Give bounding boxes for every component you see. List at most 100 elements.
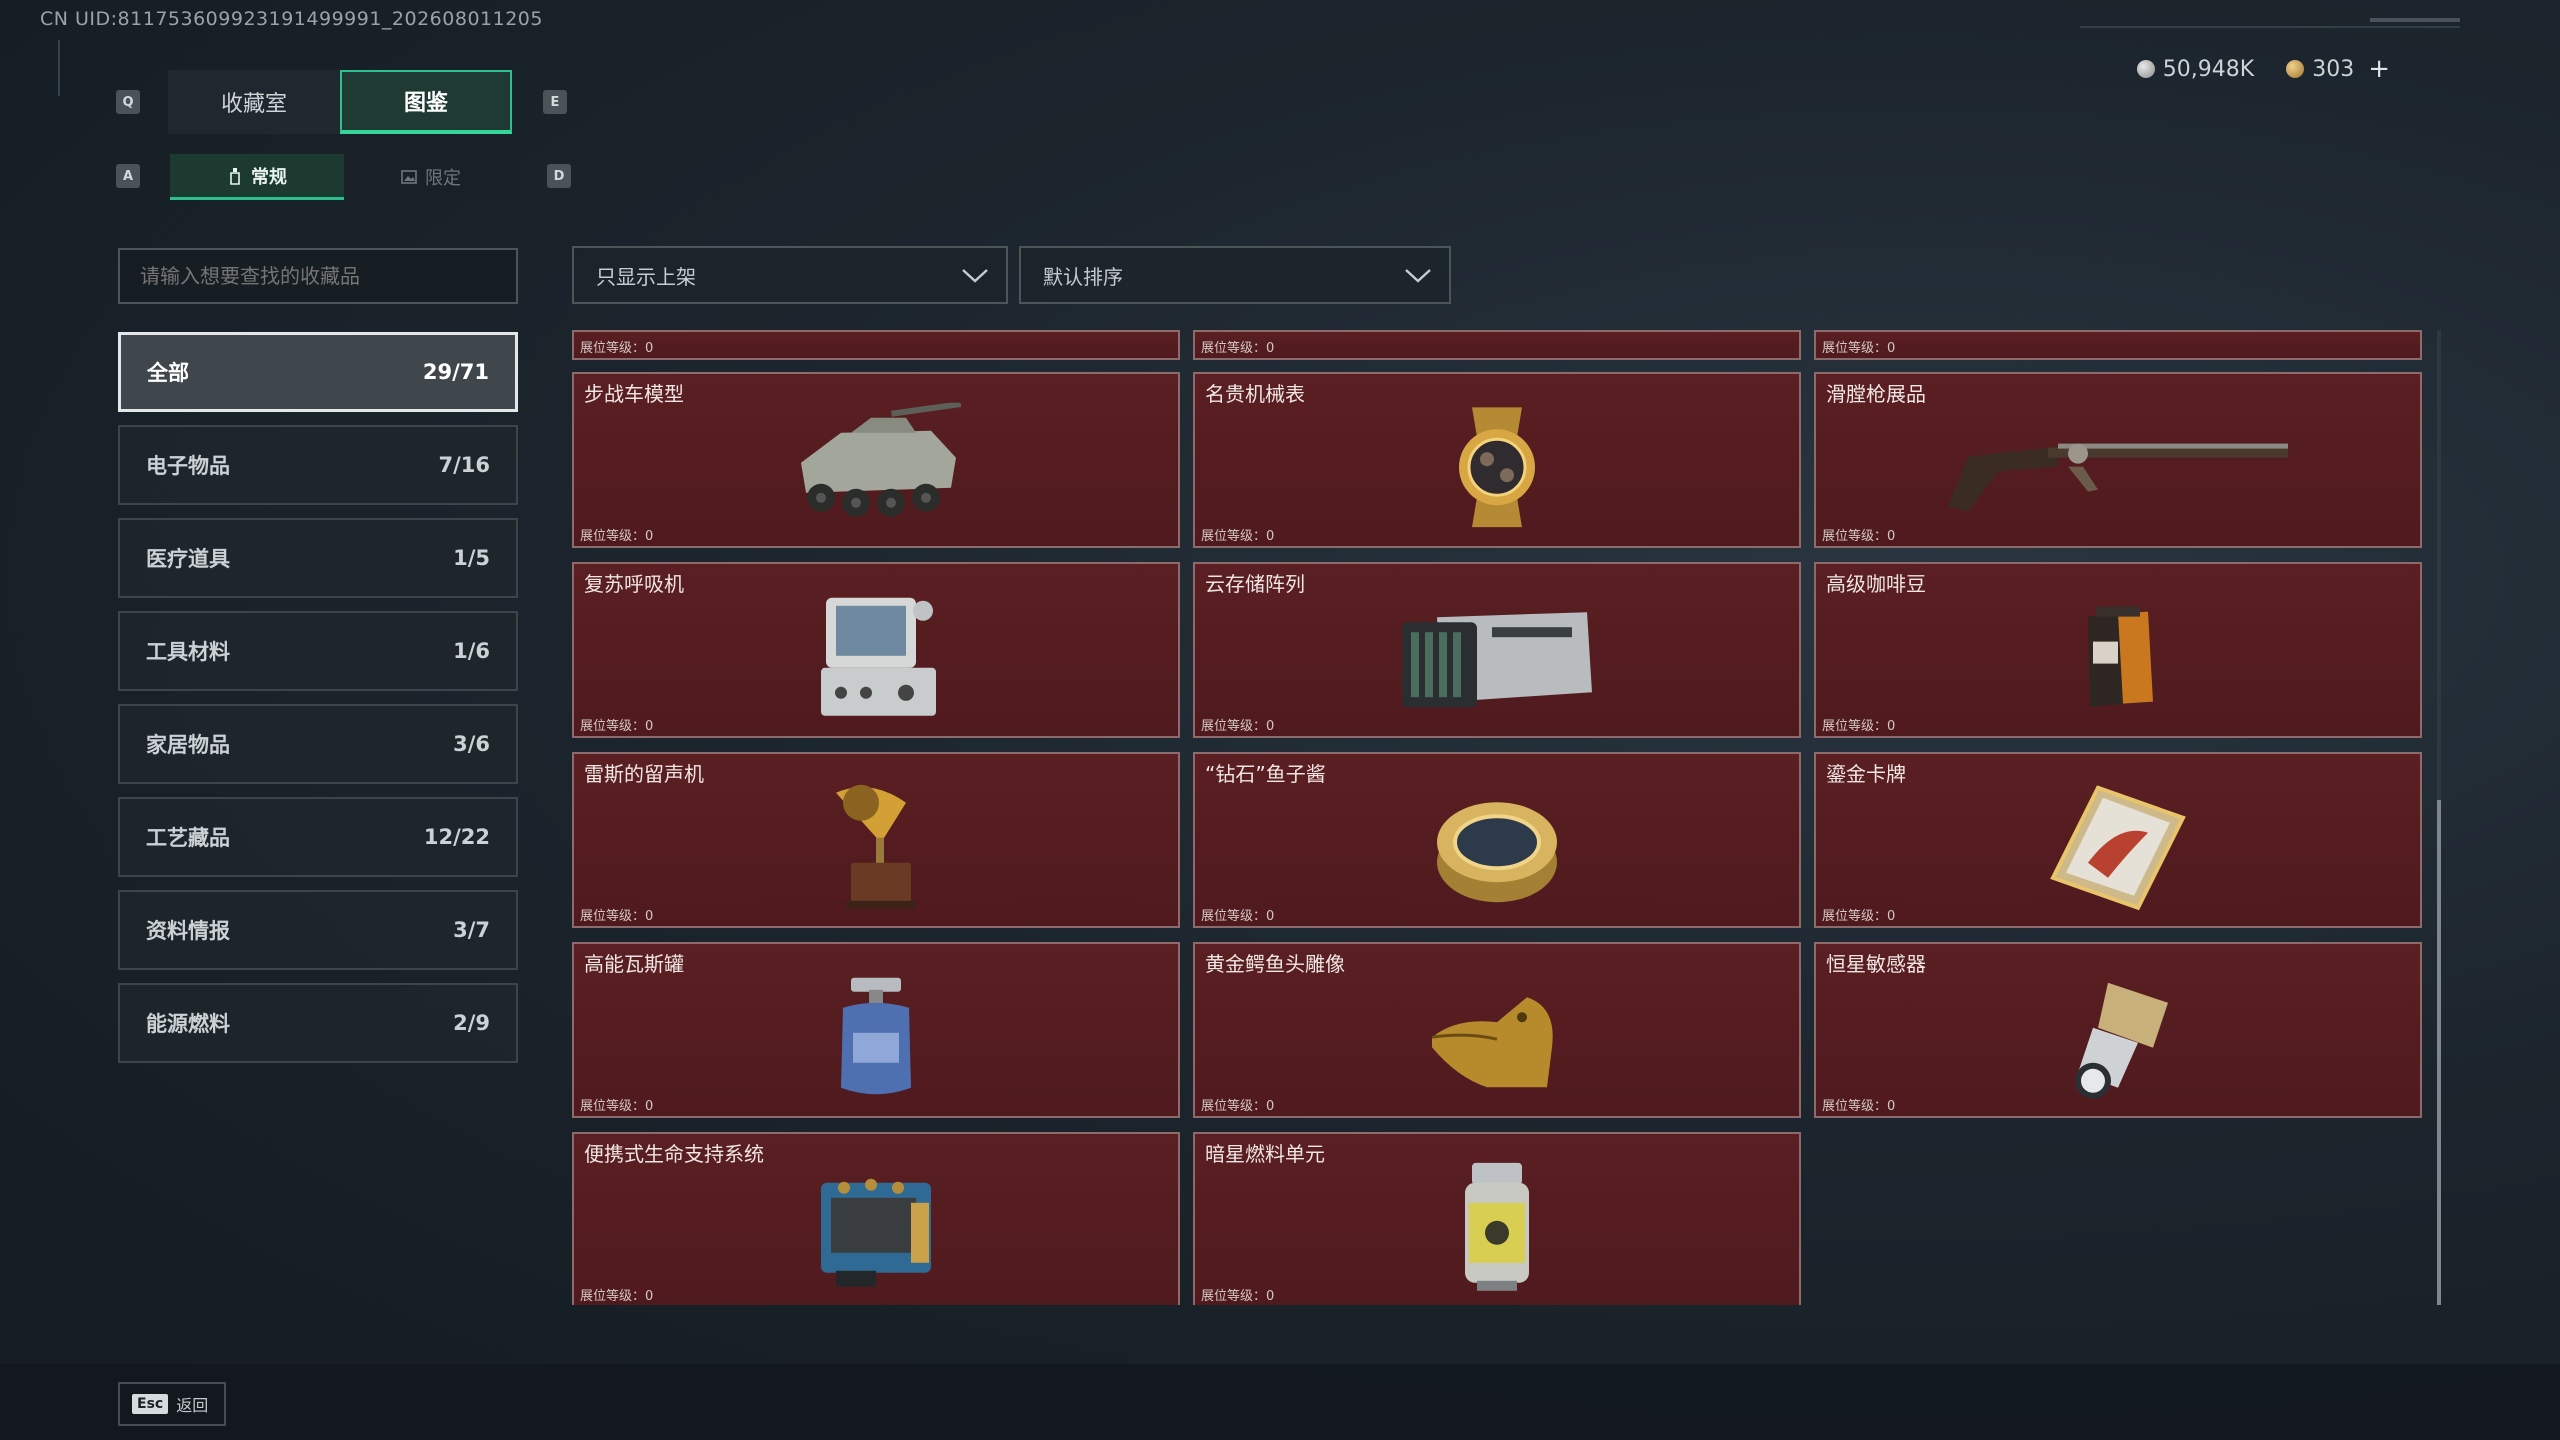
display-level: 展位等级：0: [580, 719, 654, 734]
category-crafts[interactable]: 工艺藏品 12/22: [118, 797, 518, 877]
main-tabs: 收藏室 图鉴: [168, 70, 512, 134]
item-name: 雷斯的留声机: [584, 762, 704, 786]
filter-dropdown[interactable]: 只显示上架: [572, 246, 1008, 304]
display-level: 展位等级：0: [1822, 341, 1896, 356]
category-label: 工艺藏品: [146, 826, 230, 850]
caviar-tin-icon: [1437, 802, 1557, 903]
sub-tabs: 常规 限定: [170, 154, 518, 200]
category-household[interactable]: 家居物品 3/6: [118, 704, 518, 784]
category-all[interactable]: 全部 29/71: [118, 332, 518, 412]
tab-collection-room[interactable]: 收藏室: [168, 70, 340, 134]
star-sensor-icon: [2075, 982, 2168, 1099]
display-level: 展位等级：0: [1201, 719, 1275, 734]
category-electronics[interactable]: 电子物品 7/16: [118, 425, 518, 505]
fuel-cell-icon: [1465, 1162, 1529, 1291]
item-name: 暗星燃料单元: [1205, 1142, 1325, 1166]
display-level: 展位等级：0: [580, 529, 654, 544]
category-intel[interactable]: 资料情报 3/7: [118, 890, 518, 970]
display-level: 展位等级：0: [580, 341, 654, 356]
category-medical[interactable]: 医疗道具 1/5: [118, 518, 518, 598]
collection-card[interactable]: 滑膛枪展品 展位等级：0: [1814, 372, 2422, 548]
silver-amount: 50,948K: [2162, 56, 2255, 82]
collection-card[interactable]: 高级咖啡豆 展位等级：0: [1814, 562, 2422, 738]
item-name: 名贵机械表: [1205, 382, 1305, 406]
gold-coin-icon: [2286, 60, 2305, 78]
gilded-card-icon: [2050, 785, 2186, 911]
collection-card-partial[interactable]: 展位等级：0: [1193, 330, 1801, 360]
collection-card[interactable]: 云存储阵列 展位等级：0: [1193, 562, 1801, 738]
category-label: 工具材料: [146, 640, 230, 664]
picture-icon: [401, 170, 417, 184]
collection-card[interactable]: 恒星敏感器 展位等级：0: [1814, 942, 2422, 1118]
category-tools[interactable]: 工具材料 1/6: [118, 611, 518, 691]
grid-scrollbar-thumb[interactable]: [2437, 800, 2441, 1305]
item-name: 滑膛枪展品: [1826, 382, 1926, 406]
category-label: 电子物品: [146, 454, 230, 478]
collection-card[interactable]: 黄金鳄鱼头雕像 展位等级：0: [1193, 942, 1801, 1118]
collection-card[interactable]: 便携式生命支持系统 展位等级：0: [572, 1132, 1180, 1305]
musket-icon: [1948, 443, 2288, 512]
display-level: 展位等级：0: [580, 1099, 654, 1114]
tab-codex[interactable]: 图鉴: [340, 70, 512, 134]
collection-card[interactable]: 高能瓦斯罐 展位等级：0: [572, 942, 1180, 1118]
display-level: 展位等级：0: [1201, 341, 1275, 356]
footer-bar: [0, 1364, 2560, 1440]
silver-coin-icon: [2136, 60, 2155, 78]
item-name: 便携式生命支持系统: [584, 1142, 764, 1166]
category-label: 能源燃料: [146, 1012, 230, 1036]
item-name: 高级咖啡豆: [1826, 572, 1926, 596]
display-level: 展位等级：0: [1822, 529, 1896, 544]
life-support-icon: [821, 1178, 931, 1287]
collection-card-partial[interactable]: 展位等级：0: [572, 330, 1180, 360]
category-count: 12/22: [423, 825, 490, 849]
collection-card[interactable]: 雷斯的留声机 展位等级：0: [572, 752, 1180, 928]
add-currency-button[interactable]: +: [2368, 54, 2390, 84]
decor-bracket: [58, 40, 68, 96]
item-name: “钻石”鱼子酱: [1205, 762, 1326, 786]
collection-grid: 展位等级：0 展位等级：0 展位等级：0 步战车模型 展位等级：0 名贵机械表 …: [572, 330, 2424, 1305]
currency-bar: 50,948K 303 +: [2136, 54, 2390, 84]
display-level: 展位等级：0: [1822, 909, 1896, 924]
display-level: 展位等级：0: [580, 909, 654, 924]
bottle-icon: [230, 167, 240, 185]
category-count: 7/16: [438, 453, 490, 477]
sort-value: 默认排序: [1043, 264, 1123, 289]
collection-card[interactable]: 复苏呼吸机 展位等级：0: [572, 562, 1180, 738]
display-level: 展位等级：0: [1201, 1289, 1275, 1304]
category-label: 医疗道具: [146, 547, 230, 571]
hotkey-q: Q: [116, 90, 140, 114]
item-name: 鎏金卡牌: [1826, 762, 1906, 786]
collection-card[interactable]: 名贵机械表 展位等级：0: [1193, 372, 1801, 548]
category-count: 3/6: [453, 732, 490, 756]
hotkey-e: E: [543, 90, 567, 114]
subtab-limited-label: 限定: [425, 168, 461, 189]
collection-card[interactable]: “钻石”鱼子酱 展位等级：0: [1193, 752, 1801, 928]
category-count: 2/9: [453, 1011, 490, 1035]
sort-dropdown[interactable]: 默认排序: [1019, 246, 1451, 304]
ventilator-icon: [821, 597, 936, 716]
gold-amount: 303: [2312, 56, 2355, 82]
gas-canister-icon: [841, 977, 911, 1095]
hotkey-a: A: [116, 164, 140, 188]
subtab-limited[interactable]: 限定: [344, 154, 518, 200]
ifv-model-icon: [801, 402, 962, 517]
category-fuel[interactable]: 能源燃料 2/9: [118, 983, 518, 1063]
category-label: 资料情报: [146, 919, 230, 943]
subtab-regular[interactable]: 常规: [170, 154, 344, 200]
category-count: 1/6: [453, 639, 490, 663]
back-button[interactable]: Esc 返回: [118, 1382, 226, 1426]
chevron-down-icon: [962, 269, 988, 283]
item-name: 高能瓦斯罐: [584, 952, 684, 976]
item-name: 步战车模型: [584, 382, 684, 406]
display-level: 展位等级：0: [1822, 1099, 1896, 1114]
gramophone-icon: [836, 784, 916, 909]
coffee-bag-icon: [2088, 606, 2153, 707]
crocodile-statue-icon: [1431, 997, 1553, 1088]
search-input[interactable]: [118, 248, 518, 304]
category-label: 全部: [147, 361, 189, 385]
collection-card[interactable]: 鎏金卡牌 展位等级：0: [1814, 752, 2422, 928]
collection-card-partial[interactable]: 展位等级：0: [1814, 330, 2422, 360]
decor-line: [2370, 18, 2460, 22]
collection-card[interactable]: 步战车模型 展位等级：0: [572, 372, 1180, 548]
collection-card[interactable]: 暗星燃料单元 展位等级：0: [1193, 1132, 1801, 1305]
